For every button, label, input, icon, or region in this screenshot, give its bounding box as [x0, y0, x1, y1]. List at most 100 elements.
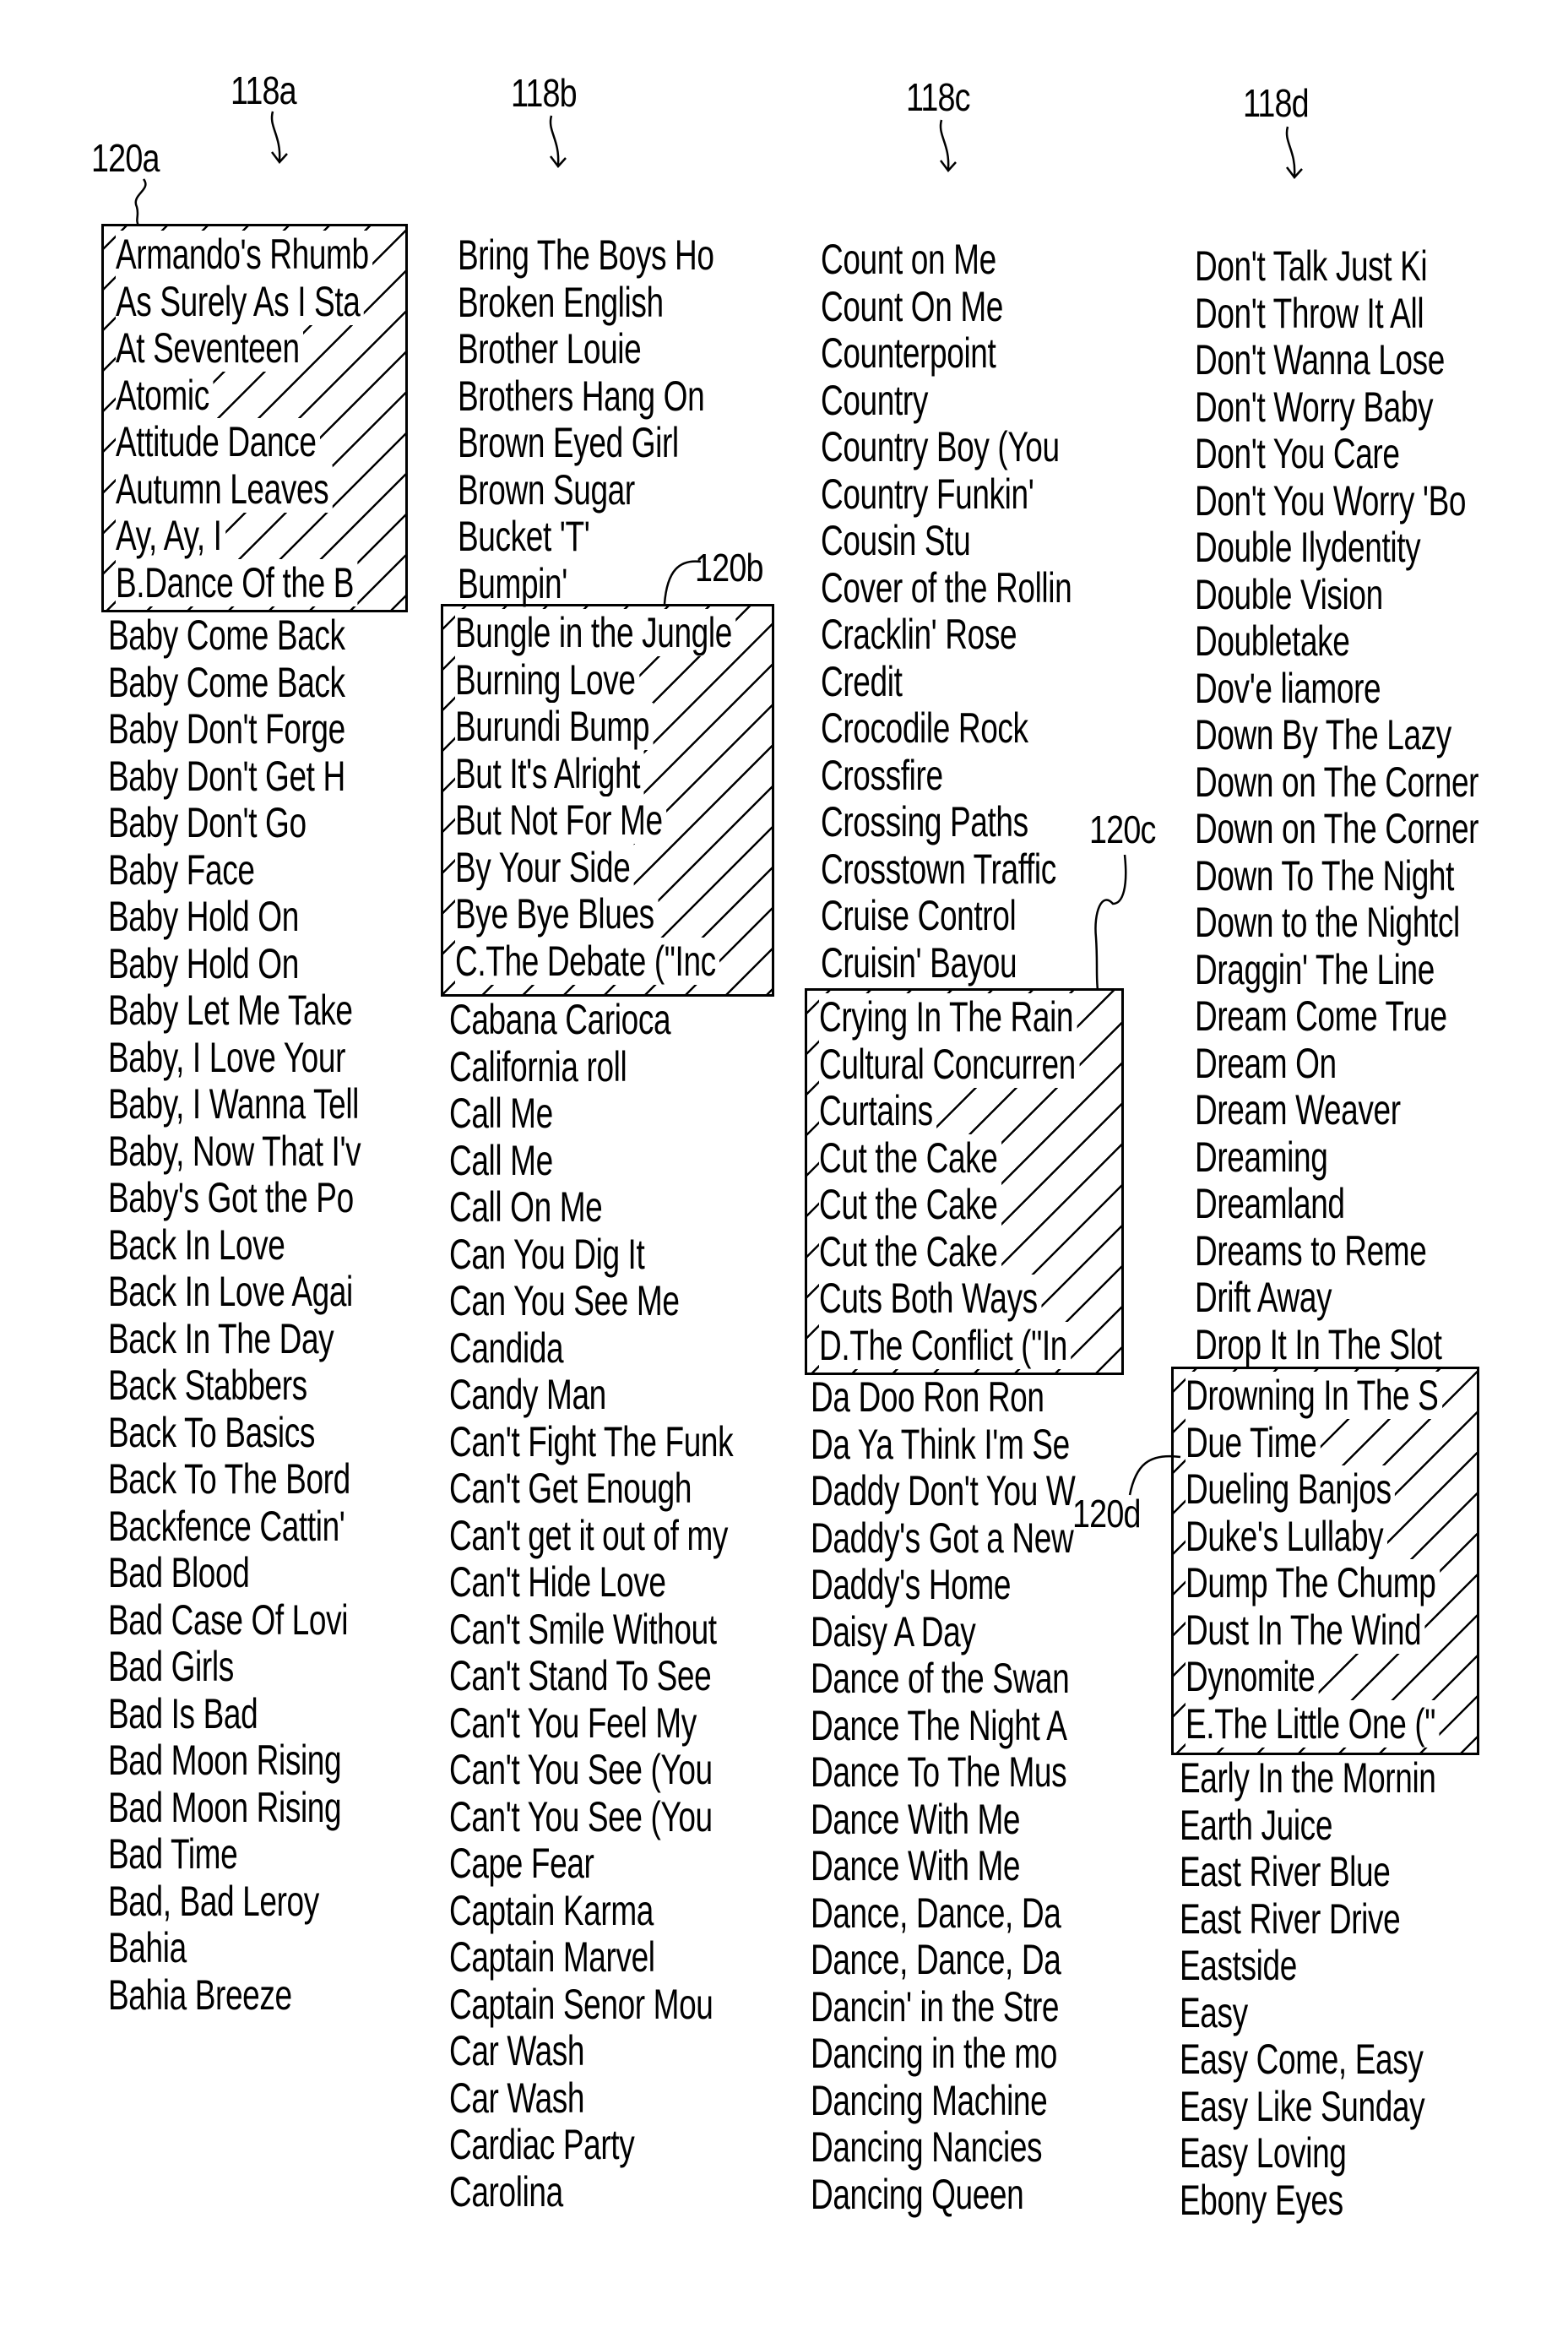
list-item[interactable]: Captain Senor Mou — [449, 1981, 733, 2029]
list-item[interactable]: Bad, Bad Leroy — [108, 1878, 361, 1926]
list-item[interactable]: Brothers Hang On — [458, 372, 714, 421]
list-item[interactable]: Drop It In The Slot — [1195, 1321, 1478, 1369]
list-item[interactable]: Crossfire — [821, 752, 1072, 800]
list-item[interactable]: Autumn Leaves — [116, 465, 372, 514]
list-item[interactable]: Back To Basics — [108, 1409, 361, 1457]
list-item[interactable]: Dreams to Reme — [1195, 1227, 1478, 1275]
list-item[interactable]: Bad Moon Rising — [108, 1737, 361, 1785]
list-item[interactable]: Ebony Eyes — [1180, 2177, 1436, 2225]
list-item[interactable]: Down on The Corner — [1195, 805, 1478, 853]
list-item[interactable]: Bring The Boys Ho — [458, 231, 714, 280]
list-item[interactable]: Can't You See (You — [449, 1746, 733, 1794]
list-item[interactable]: Cut the Cake — [819, 1227, 1079, 1276]
list-item[interactable]: Counterpoint — [821, 329, 1072, 378]
list-item[interactable]: Down on The Corner — [1195, 758, 1478, 807]
list-item[interactable]: Bahia Breeze — [108, 1971, 361, 2020]
list-item[interactable]: Backfence Cattin' — [108, 1503, 361, 1551]
list-item[interactable]: Curtains — [819, 1087, 1079, 1135]
list-item[interactable]: Dynomite — [1185, 1653, 1442, 1701]
list-item[interactable]: Baby Don't Get H — [108, 753, 361, 801]
list-item[interactable]: Cover of the Rollin — [821, 564, 1072, 612]
list-item[interactable]: Credit — [821, 658, 1072, 706]
list-item[interactable]: Country Boy (You — [821, 423, 1072, 471]
list-item[interactable]: Can You Dig It — [449, 1231, 733, 1279]
list-item[interactable]: Bungle in the Jungle — [455, 609, 736, 657]
list-item[interactable]: Dreamland — [1195, 1180, 1478, 1228]
list-item[interactable]: Dancin' in the Stre — [811, 1983, 1075, 2031]
list-item[interactable]: Cousin Stu — [821, 517, 1072, 565]
list-item[interactable]: Burning Love — [455, 655, 735, 704]
list-item[interactable]: Baby, Now That I'v — [108, 1128, 361, 1176]
list-item[interactable]: Baby Don't Forge — [108, 705, 361, 753]
list-item[interactable]: Dance, Dance, Da — [811, 1936, 1075, 1984]
list-item[interactable]: Bye Bye Blues — [455, 890, 735, 938]
list-item[interactable]: Easy — [1180, 1989, 1436, 2037]
list-item[interactable]: But Not For Me — [455, 796, 735, 845]
list-item[interactable]: Daisy A Day — [811, 1608, 1075, 1656]
list-item[interactable]: Crossing Paths — [821, 798, 1072, 846]
list-item[interactable]: Dance of the Swan — [811, 1655, 1075, 1703]
list-item[interactable]: Baby Hold On — [108, 940, 361, 988]
list-item[interactable]: Bahia — [108, 1924, 361, 1972]
list-item[interactable]: D.The Conflict ("In — [819, 1321, 1079, 1370]
list-item[interactable]: Drift Away — [1195, 1274, 1478, 1322]
list-item[interactable]: Bad Time — [108, 1830, 361, 1878]
list-item[interactable]: Dancing Queen — [811, 2171, 1075, 2219]
list-item[interactable]: Due Time — [1185, 1418, 1442, 1467]
list-item[interactable]: Crosstown Traffic — [821, 845, 1072, 894]
list-item[interactable]: Atomic — [116, 371, 372, 420]
list-item[interactable]: C.The Debate ("Inc — [455, 937, 735, 986]
list-item[interactable]: Crying In The Rain — [819, 993, 1079, 1041]
list-item[interactable]: Bad Girls — [108, 1643, 361, 1691]
list-item[interactable]: B.Dance Of the B — [116, 558, 372, 607]
list-item[interactable]: Eastside — [1180, 1942, 1436, 1990]
list-item[interactable]: Dance With Me — [811, 1842, 1075, 1890]
list-item[interactable]: Back Stabbers — [108, 1362, 361, 1410]
list-item[interactable]: But It's Alright — [455, 749, 735, 798]
list-item[interactable]: Baby Face — [108, 846, 361, 894]
list-item[interactable]: Baby Let Me Take — [108, 987, 361, 1035]
list-item[interactable]: Baby Don't Go — [108, 799, 361, 847]
list-item[interactable]: Can't You Feel My — [449, 1699, 733, 1748]
list-item[interactable]: Bad Is Bad — [108, 1690, 361, 1738]
list-item[interactable]: Baby's Got the Po — [108, 1174, 361, 1222]
list-item[interactable]: Cultural Concurren — [819, 1040, 1080, 1089]
list-item[interactable]: Dreaming — [1195, 1133, 1478, 1182]
list-item[interactable]: Cut the Cake — [819, 1133, 1079, 1182]
list-item[interactable]: Cracklin' Rose — [821, 611, 1072, 659]
list-item[interactable]: Can't You See (You — [449, 1793, 733, 1841]
list-item[interactable]: Don't You Care — [1195, 430, 1478, 478]
list-item[interactable]: Double Vision — [1195, 571, 1478, 619]
list-item[interactable]: Crocodile Rock — [821, 704, 1072, 753]
list-item[interactable]: Down To The Night — [1195, 852, 1478, 900]
list-item[interactable]: Can't Smile Without — [449, 1606, 733, 1654]
list-item[interactable]: Brown Sugar — [458, 466, 714, 514]
list-item[interactable]: Captain Karma — [449, 1887, 733, 1935]
list-item[interactable]: Dov'e liamore — [1195, 665, 1478, 713]
list-item[interactable]: Attitude Dance — [116, 418, 372, 466]
list-item[interactable]: Can't Fight The Funk — [449, 1418, 734, 1466]
list-item[interactable]: Armando's Rhumb — [116, 231, 373, 279]
list-item[interactable]: Baby Come Back — [108, 659, 361, 707]
list-item[interactable]: Don't Throw It All — [1195, 290, 1478, 338]
list-item[interactable]: Double Ilydentity — [1195, 524, 1478, 572]
list-item[interactable]: Dancing Nancies — [811, 2123, 1075, 2172]
list-item[interactable]: Ay, Ay, I — [116, 512, 372, 560]
list-item[interactable]: Call Me — [449, 1090, 733, 1138]
list-item[interactable]: Bumpin' — [458, 560, 714, 608]
list-item[interactable]: Da Doo Ron Ron — [811, 1373, 1075, 1422]
list-item[interactable]: Easy Loving — [1180, 2129, 1436, 2177]
list-item[interactable]: Count On Me — [821, 283, 1072, 331]
list-item[interactable]: Bad Blood — [108, 1549, 361, 1597]
list-item[interactable]: Back In Love — [108, 1221, 361, 1269]
list-item[interactable]: Don't Talk Just Ki — [1195, 242, 1478, 291]
list-item[interactable]: Brown Eyed Girl — [458, 419, 714, 467]
list-item[interactable]: Can't get it out of my — [449, 1512, 733, 1560]
list-item[interactable]: Easy Like Sunday — [1180, 2083, 1436, 2131]
list-item[interactable]: East River Drive — [1180, 1895, 1436, 1943]
list-item[interactable]: Burundi Bump — [455, 703, 735, 751]
list-item[interactable]: Duke's Lullaby — [1185, 1512, 1442, 1561]
list-item[interactable]: Dust In The Wind — [1185, 1606, 1442, 1655]
list-item[interactable]: Don't Worry Baby — [1195, 383, 1478, 432]
list-item[interactable]: Dance With Me — [811, 1796, 1075, 1844]
